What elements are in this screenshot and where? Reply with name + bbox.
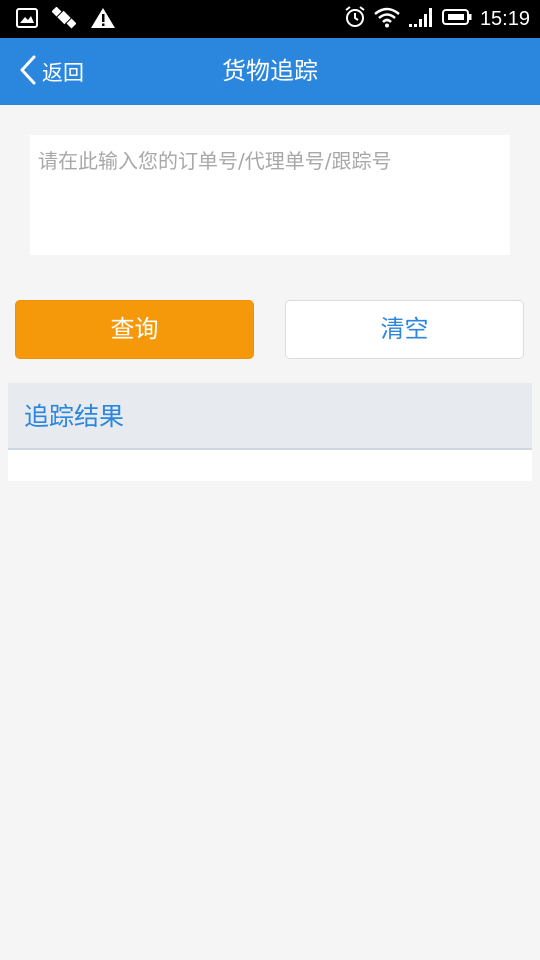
- clock: 15:19: [479, 8, 530, 30]
- image-icon: [16, 8, 38, 32]
- battery-icon: [441, 7, 472, 31]
- clear-button[interactable]: 清空: [285, 300, 524, 359]
- tracking-number-input[interactable]: [30, 135, 510, 255]
- status-bar: 15:19: [0, 0, 540, 38]
- wifi-icon: [374, 6, 400, 32]
- back-button[interactable]: 返回: [18, 38, 84, 105]
- back-label: 返回: [42, 60, 84, 85]
- app-bar: 货物追踪 返回: [0, 38, 540, 105]
- results-list: [8, 450, 532, 481]
- alarm-icon: [344, 6, 366, 32]
- chevron-left-icon: [18, 55, 38, 89]
- satellite-icon: [51, 6, 77, 33]
- query-button[interactable]: 查询: [15, 300, 254, 359]
- results-header: 追踪结果: [8, 383, 532, 450]
- warning-icon: [90, 7, 116, 33]
- signal-icon: [408, 6, 434, 32]
- results-title: 追踪结果: [24, 402, 125, 431]
